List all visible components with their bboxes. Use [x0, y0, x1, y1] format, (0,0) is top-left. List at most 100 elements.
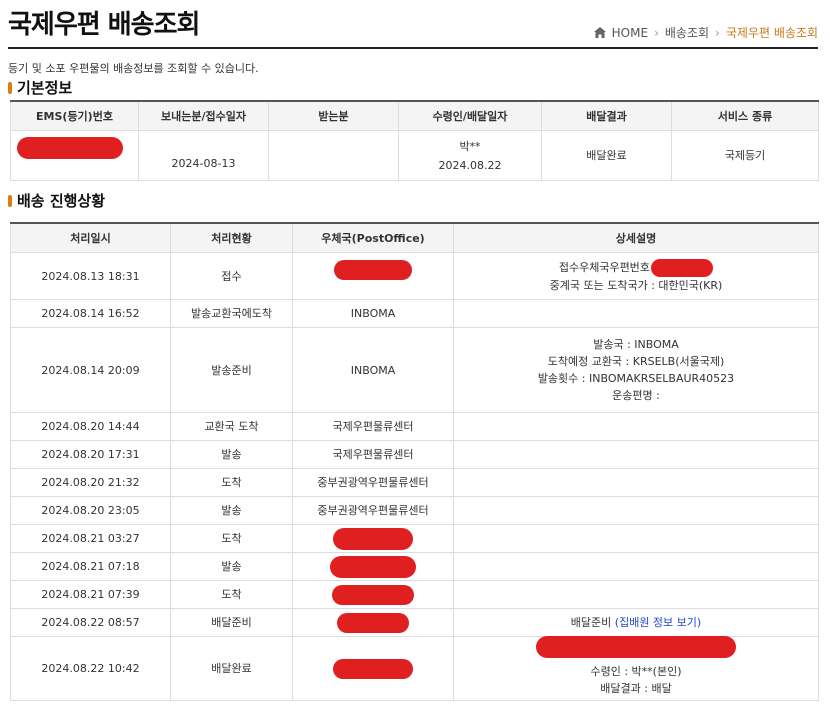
breadcrumb-current: 국제우편 배송조회 — [725, 26, 818, 40]
details-cell: 배달준비 (집배원 정보 보기) — [453, 608, 819, 637]
table-row: 2024.08.14 16:52 발송교환국에도착 INBOMA — [10, 299, 819, 328]
office-cell — [292, 580, 454, 609]
office-cell — [292, 524, 454, 553]
table-row: 2024.08.21 07:18 발송 — [10, 552, 819, 581]
redaction-mark — [333, 658, 413, 679]
details-cell — [453, 299, 819, 328]
office-cell: 중부권광역우편물류센터 — [292, 468, 454, 497]
details-cell — [453, 580, 819, 609]
table-row: 2024.08.14 20:09 발송준비 INBOMA 발송국 : INBOM… — [10, 327, 819, 413]
redaction-mark — [330, 555, 416, 578]
datetime-cell: 2024.08.21 07:18 — [10, 552, 171, 581]
redaction-mark — [334, 259, 412, 280]
office-cell: 국제우편물류센터 — [292, 440, 454, 469]
col-service: 서비스 종류 — [671, 100, 819, 131]
carrier-info-link[interactable]: (집배원 정보 보기) — [615, 616, 701, 629]
basic-info-title: 기본정보 — [17, 79, 73, 97]
redaction-mark — [536, 636, 736, 658]
table-row: 2024.08.20 17:31 발송 국제우편물류센터 — [10, 440, 819, 469]
basic-info-heading: 기본정보 — [8, 77, 72, 98]
home-icon[interactable] — [593, 27, 606, 38]
table-row: 2024.08.20 14:44 교환국 도착 국제우편물류센터 — [10, 412, 819, 441]
status-cell: 도착 — [170, 468, 293, 497]
col-datetime: 처리일시 — [10, 222, 171, 253]
basic-info-header-row: EMS(등기)번호 보내는분/접수일자 받는분 수령인/배달일자 배달결과 서비… — [10, 100, 819, 131]
table-row: 2024.08.21 07:39 도착 — [10, 580, 819, 609]
table-row: 2024.08.20 23:05 발송 중부권광역우편물류센터 — [10, 496, 819, 525]
col-office: 우체국(PostOffice) — [292, 222, 454, 253]
basic-info-table: EMS(등기)번호 보내는분/접수일자 받는분 수령인/배달일자 배달결과 서비… — [10, 100, 819, 181]
datetime-cell: 2024.08.20 14:44 — [10, 412, 171, 441]
datetime-cell: 2024.08.14 16:52 — [10, 299, 171, 328]
status-cell: 도착 — [170, 524, 293, 553]
details-cell — [453, 440, 819, 469]
recipient-date-cell: 박** 2024.08.22 — [398, 130, 542, 181]
office-cell: INBOMA — [292, 299, 454, 328]
col-result: 배달결과 — [541, 100, 672, 131]
service-cell: 국제등기 — [671, 130, 819, 181]
section-marker-icon — [8, 194, 12, 207]
datetime-cell: 2024.08.20 23:05 — [10, 496, 171, 525]
redaction-mark — [16, 137, 123, 159]
status-cell: 도착 — [170, 580, 293, 609]
chevron-right-icon: › — [715, 25, 720, 40]
page-title: 국제우편 배송조회 — [8, 10, 200, 40]
office-cell: 중부권광역우편물류센터 — [292, 496, 454, 525]
chevron-right-icon: › — [654, 25, 659, 40]
status-cell: 발송 — [170, 552, 293, 581]
redaction-mark — [333, 527, 413, 550]
status-cell: 배달준비 — [170, 608, 293, 637]
col-status: 처리현황 — [170, 222, 293, 253]
datetime-cell: 2024.08.20 21:32 — [10, 468, 171, 497]
progress-table: 처리일시 처리현황 우체국(PostOffice) 상세설명 2024.08.1… — [10, 222, 819, 701]
col-ems-number: EMS(등기)번호 — [10, 100, 139, 131]
status-cell: 발송 — [170, 496, 293, 525]
office-cell — [292, 252, 454, 300]
details-cell — [453, 468, 819, 497]
details-cell — [453, 412, 819, 441]
office-cell — [292, 636, 454, 701]
datetime-cell: 2024.08.22 10:42 — [10, 636, 171, 701]
table-row: 2024-08-13 박** 2024.08.22 배달완료 국제등기 — [10, 130, 819, 181]
details-cell — [453, 552, 819, 581]
status-cell: 배달완료 — [170, 636, 293, 701]
breadcrumb: HOME › 배송조회 › 국제우편 배송조회 — [593, 24, 818, 41]
col-details: 상세설명 — [453, 222, 819, 253]
table-row: 2024.08.13 18:31 접수 접수우체국우편번호 : 중계국 또는 도… — [10, 252, 819, 300]
office-cell: INBOMA — [292, 327, 454, 413]
status-cell: 발송준비 — [170, 327, 293, 413]
sender-date-cell: 2024-08-13 — [138, 130, 269, 181]
title-divider — [8, 47, 818, 49]
datetime-cell: 2024.08.21 07:39 — [10, 580, 171, 609]
redaction-mark — [651, 258, 714, 277]
status-cell: 발송 — [170, 440, 293, 469]
details-cell: 수령인 : 박**(본인) 배달결과 : 배달 — [453, 636, 819, 701]
page-description: 등기 및 소포 우편물의 배송정보를 조회할 수 있습니다. — [8, 62, 259, 75]
redaction-mark — [337, 612, 409, 633]
col-receiver: 받는분 — [268, 100, 399, 131]
col-sender-date: 보내는분/접수일자 — [138, 100, 269, 131]
office-cell — [292, 608, 454, 637]
table-row: 2024.08.20 21:32 도착 중부권광역우편물류센터 — [10, 468, 819, 497]
office-cell — [292, 552, 454, 581]
redaction-mark — [332, 584, 414, 605]
section-marker-icon — [8, 81, 12, 94]
receiver-cell — [268, 130, 399, 181]
datetime-cell: 2024.08.13 18:31 — [10, 252, 171, 300]
datetime-cell: 2024.08.20 17:31 — [10, 440, 171, 469]
breadcrumb-tracking[interactable]: 배송조회 — [665, 24, 709, 41]
result-cell: 배달완료 — [541, 130, 672, 181]
table-row: 2024.08.22 08:57 배달준비 배달준비 (집배원 정보 보기) — [10, 608, 819, 637]
details-cell: 접수우체국우편번호 : 중계국 또는 도착국가 : 대한민국(KR) — [453, 252, 819, 300]
datetime-cell: 2024.08.21 03:27 — [10, 524, 171, 553]
ems-number-cell — [10, 130, 139, 181]
progress-title: 배송 진행상황 — [17, 192, 106, 210]
progress-header-row: 처리일시 처리현황 우체국(PostOffice) 상세설명 — [10, 222, 819, 253]
status-cell: 교환국 도착 — [170, 412, 293, 441]
details-cell — [453, 524, 819, 553]
datetime-cell: 2024.08.14 20:09 — [10, 327, 171, 413]
table-row: 2024.08.21 03:27 도착 — [10, 524, 819, 553]
breadcrumb-home[interactable]: HOME — [612, 26, 648, 40]
office-cell: 국제우편물류센터 — [292, 412, 454, 441]
status-cell: 접수 — [170, 252, 293, 300]
